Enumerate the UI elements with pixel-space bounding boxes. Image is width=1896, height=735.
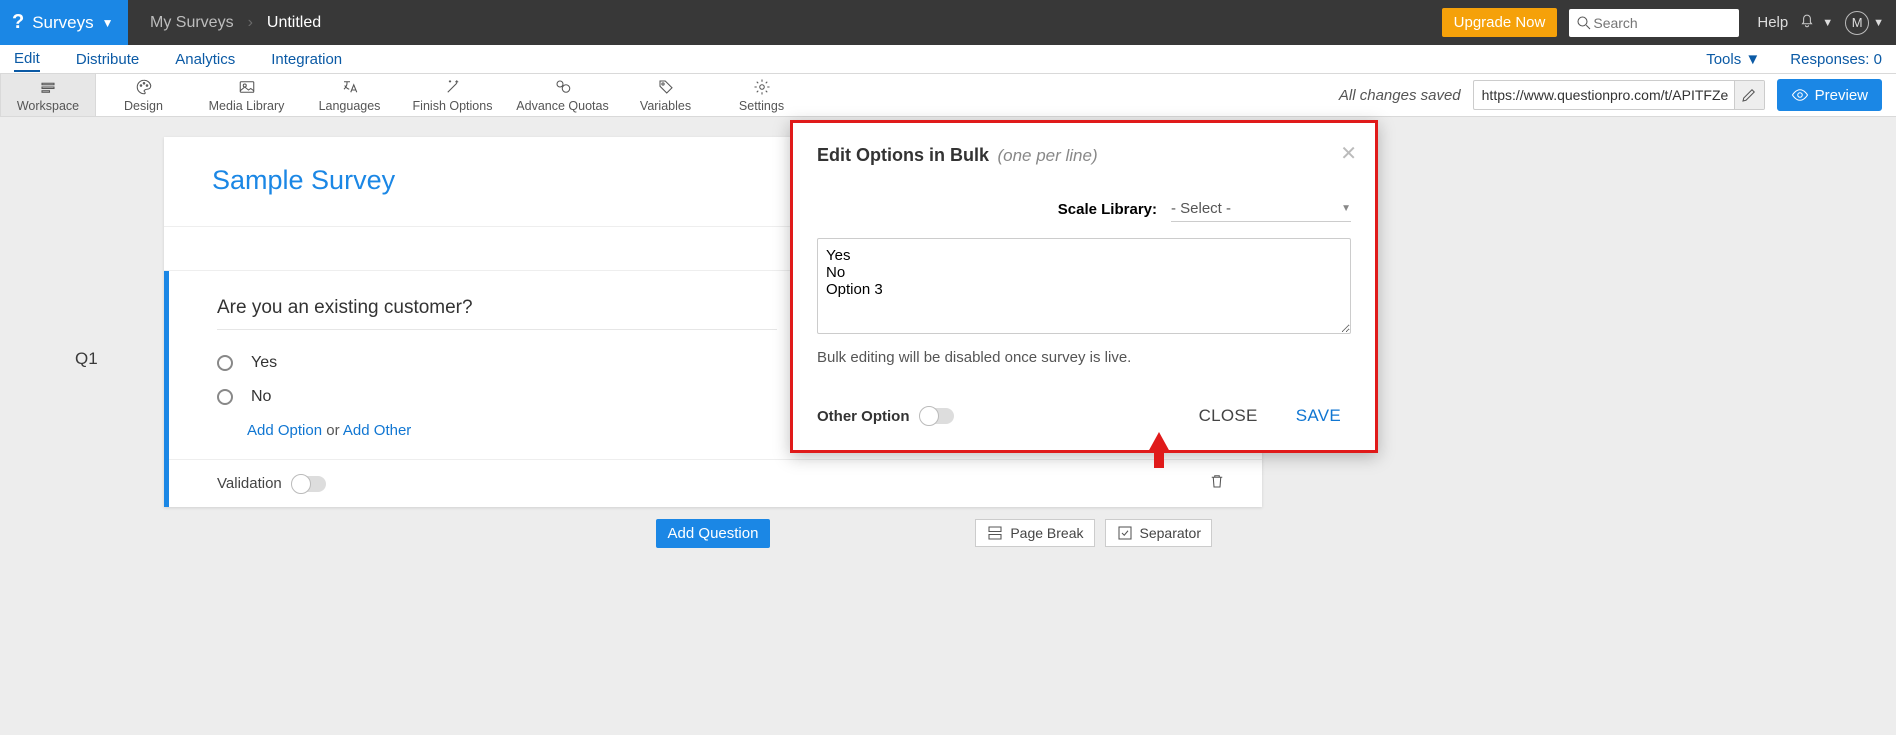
option-label: Yes	[251, 354, 277, 372]
tool-languages[interactable]: Languages	[302, 74, 398, 116]
option-label: No	[251, 388, 271, 406]
section-tabs: Edit Distribute Analytics Integration To…	[0, 45, 1896, 74]
other-option-toggle[interactable]	[920, 408, 954, 424]
gear-icon	[753, 78, 771, 99]
annotation-arrow-icon	[1148, 432, 1170, 452]
chevron-right-icon: ›	[248, 14, 253, 32]
avatar[interactable]: M	[1845, 11, 1869, 35]
other-option-label: Other Option	[817, 408, 910, 425]
tool-media-library[interactable]: Media Library	[192, 74, 302, 116]
quota-icon	[554, 78, 572, 99]
language-icon	[341, 78, 359, 99]
page-break-icon	[986, 524, 1004, 542]
tool-design[interactable]: Design	[96, 74, 192, 116]
trash-icon	[1208, 472, 1226, 490]
scale-library-select[interactable]: - Select - ▼	[1171, 196, 1351, 222]
tab-edit[interactable]: Edit	[14, 47, 40, 72]
tool-workspace[interactable]: Workspace	[0, 74, 96, 116]
search-icon	[1575, 14, 1593, 32]
modal-close-icon[interactable]: ✕	[1340, 141, 1357, 166]
caret-down-icon: ▼	[102, 16, 114, 30]
question-footer: Validation	[169, 459, 1262, 507]
caret-down-icon[interactable]: ▼	[1822, 17, 1833, 29]
delete-question-button[interactable]	[1208, 472, 1226, 495]
upgrade-button[interactable]: Upgrade Now	[1442, 8, 1558, 37]
product-menu[interactable]: ? Surveys ▼	[0, 0, 128, 45]
pencil-icon	[1740, 86, 1758, 104]
separator-button[interactable]: Separator	[1105, 519, 1212, 547]
tool-finish-options[interactable]: Finish Options	[398, 74, 508, 116]
scale-library-label: Scale Library:	[1058, 201, 1157, 218]
edit-url-button[interactable]	[1734, 81, 1764, 109]
tool-advance-quotas[interactable]: Advance Quotas	[508, 74, 618, 116]
tag-icon	[657, 78, 675, 99]
tab-analytics[interactable]: Analytics	[175, 48, 235, 71]
layout-chips: Page Break Separator	[975, 519, 1212, 547]
editor-toolbar: Workspace Design Media Library Languages…	[0, 74, 1896, 117]
add-question-row-bottom: Add Question Page Break Separator	[164, 519, 1262, 548]
search-input[interactable]	[1593, 15, 1713, 31]
tool-variables[interactable]: Variables	[618, 74, 714, 116]
modal-note: Bulk editing will be disabled once surve…	[817, 349, 1351, 366]
tab-distribute[interactable]: Distribute	[76, 48, 139, 71]
modal-title: Edit Options in Bulk	[817, 145, 989, 165]
checkbox-icon	[1116, 524, 1134, 542]
question-text[interactable]: Are you an existing customer?	[217, 297, 777, 330]
modal-close-button[interactable]: CLOSE	[1189, 400, 1268, 432]
topbar: ? Surveys ▼ My Surveys › Untitled Upgrad…	[0, 0, 1896, 45]
palette-icon	[135, 78, 153, 99]
tools-menu[interactable]: Tools ▼	[1706, 51, 1760, 68]
wand-icon	[444, 78, 462, 99]
validation-label: Validation	[217, 475, 282, 492]
modal-save-button[interactable]: SAVE	[1286, 400, 1351, 432]
breadcrumb-root[interactable]: My Surveys	[150, 14, 234, 32]
validation-toggle[interactable]	[292, 476, 326, 492]
save-status: All changes saved	[1339, 87, 1461, 104]
scale-library-row: Scale Library: - Select - ▼	[817, 196, 1351, 222]
caret-down-icon[interactable]: ▼	[1873, 17, 1884, 29]
eye-icon	[1791, 86, 1809, 104]
add-question-button[interactable]: Add Question	[656, 519, 771, 548]
bell-icon[interactable]	[1798, 11, 1816, 34]
survey-url-box: https://www.questionpro.com/t/APITFZe	[1473, 80, 1765, 110]
radio-icon	[217, 355, 233, 371]
tool-settings[interactable]: Settings	[714, 74, 810, 116]
tab-integration[interactable]: Integration	[271, 48, 342, 71]
caret-down-icon: ▼	[1341, 203, 1351, 214]
workspace-icon	[39, 78, 57, 99]
survey-url[interactable]: https://www.questionpro.com/t/APITFZe	[1474, 87, 1734, 103]
edit-options-bulk-modal: Edit Options in Bulk (one per line) ✕ Sc…	[790, 120, 1378, 453]
search-box[interactable]	[1569, 9, 1739, 37]
breadcrumb: My Surveys › Untitled	[128, 0, 343, 45]
add-option-link[interactable]: Add Option	[247, 422, 322, 439]
modal-footer: Other Option CLOSE SAVE	[817, 400, 1351, 432]
page-break-button[interactable]: Page Break	[975, 519, 1094, 547]
logo-icon: ?	[12, 11, 24, 34]
radio-icon	[217, 389, 233, 405]
modal-hint: (one per line)	[997, 146, 1097, 165]
responses-count[interactable]: Responses: 0	[1790, 51, 1882, 68]
question-number: Q1	[75, 349, 98, 369]
bulk-options-textarea[interactable]	[817, 238, 1351, 334]
preview-button[interactable]: Preview	[1777, 79, 1882, 111]
add-other-link[interactable]: Add Other	[343, 422, 411, 439]
help-link[interactable]: Help	[1757, 14, 1788, 31]
image-icon	[238, 78, 256, 99]
breadcrumb-current[interactable]: Untitled	[267, 14, 321, 32]
product-name: Surveys	[32, 13, 93, 33]
